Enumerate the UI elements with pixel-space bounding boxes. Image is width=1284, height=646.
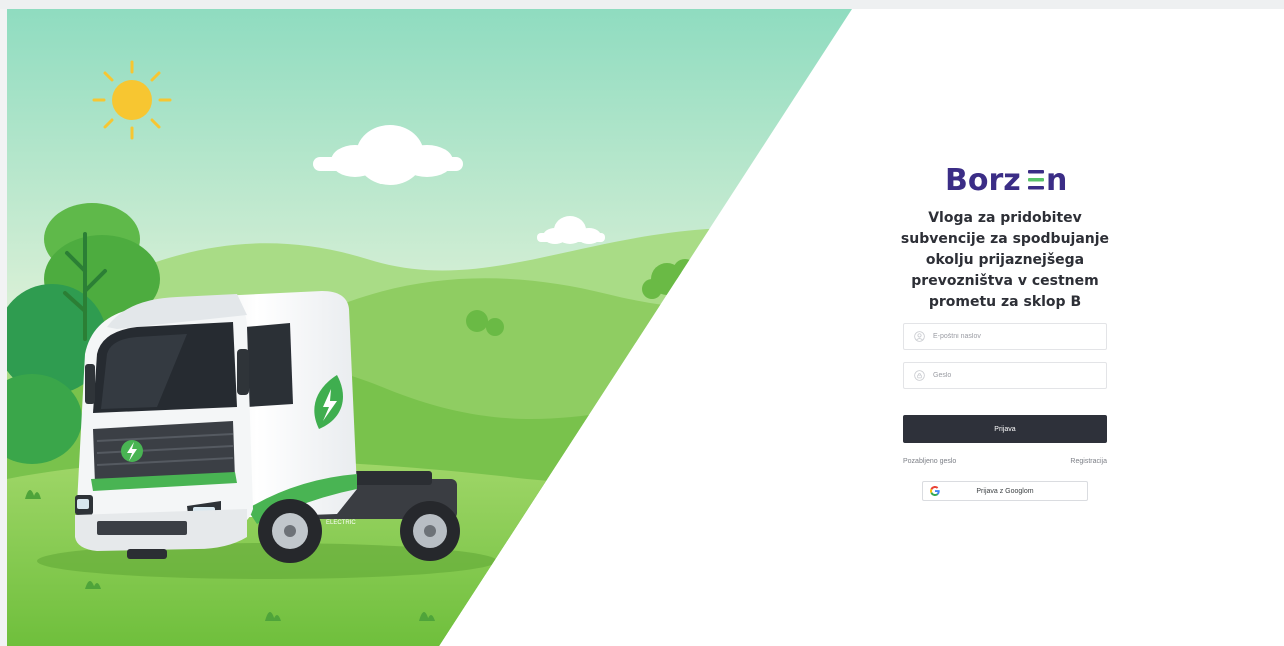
google-login-label: Prijava z Googlom (976, 487, 1034, 495)
email-field[interactable] (903, 323, 1107, 350)
user-icon (914, 331, 925, 342)
register-link[interactable]: Registracija (1070, 458, 1107, 465)
sun-icon (92, 60, 172, 140)
left-page-edge (0, 9, 7, 646)
google-login-button[interactable]: Prijava z Googlom (922, 481, 1088, 501)
password-field[interactable] (903, 362, 1107, 389)
browser-top-edge (0, 0, 1284, 9)
borzen-logo: Borz n (945, 163, 1067, 198)
svg-text:n: n (1046, 163, 1067, 198)
password-input[interactable] (933, 372, 1093, 379)
lock-icon (914, 370, 925, 381)
logo-e-bars (1028, 170, 1044, 190)
svg-text:Borz: Borz (945, 163, 1021, 198)
forgot-password-link[interactable]: Pozabljeno geslo (903, 458, 956, 465)
page-title: Vloga za pridobitev subvencije za spodbu… (900, 210, 1110, 310)
hero-illustration: ELECTRIC (7, 9, 857, 646)
front-bolt-icon (121, 440, 143, 462)
hero-illustration-svg: ELECTRIC (7, 9, 852, 646)
login-button[interactable]: Prijava (903, 415, 1107, 443)
email-input[interactable] (933, 333, 1093, 340)
truck-side-badge: ELECTRIC (326, 520, 356, 526)
google-icon (930, 486, 940, 496)
